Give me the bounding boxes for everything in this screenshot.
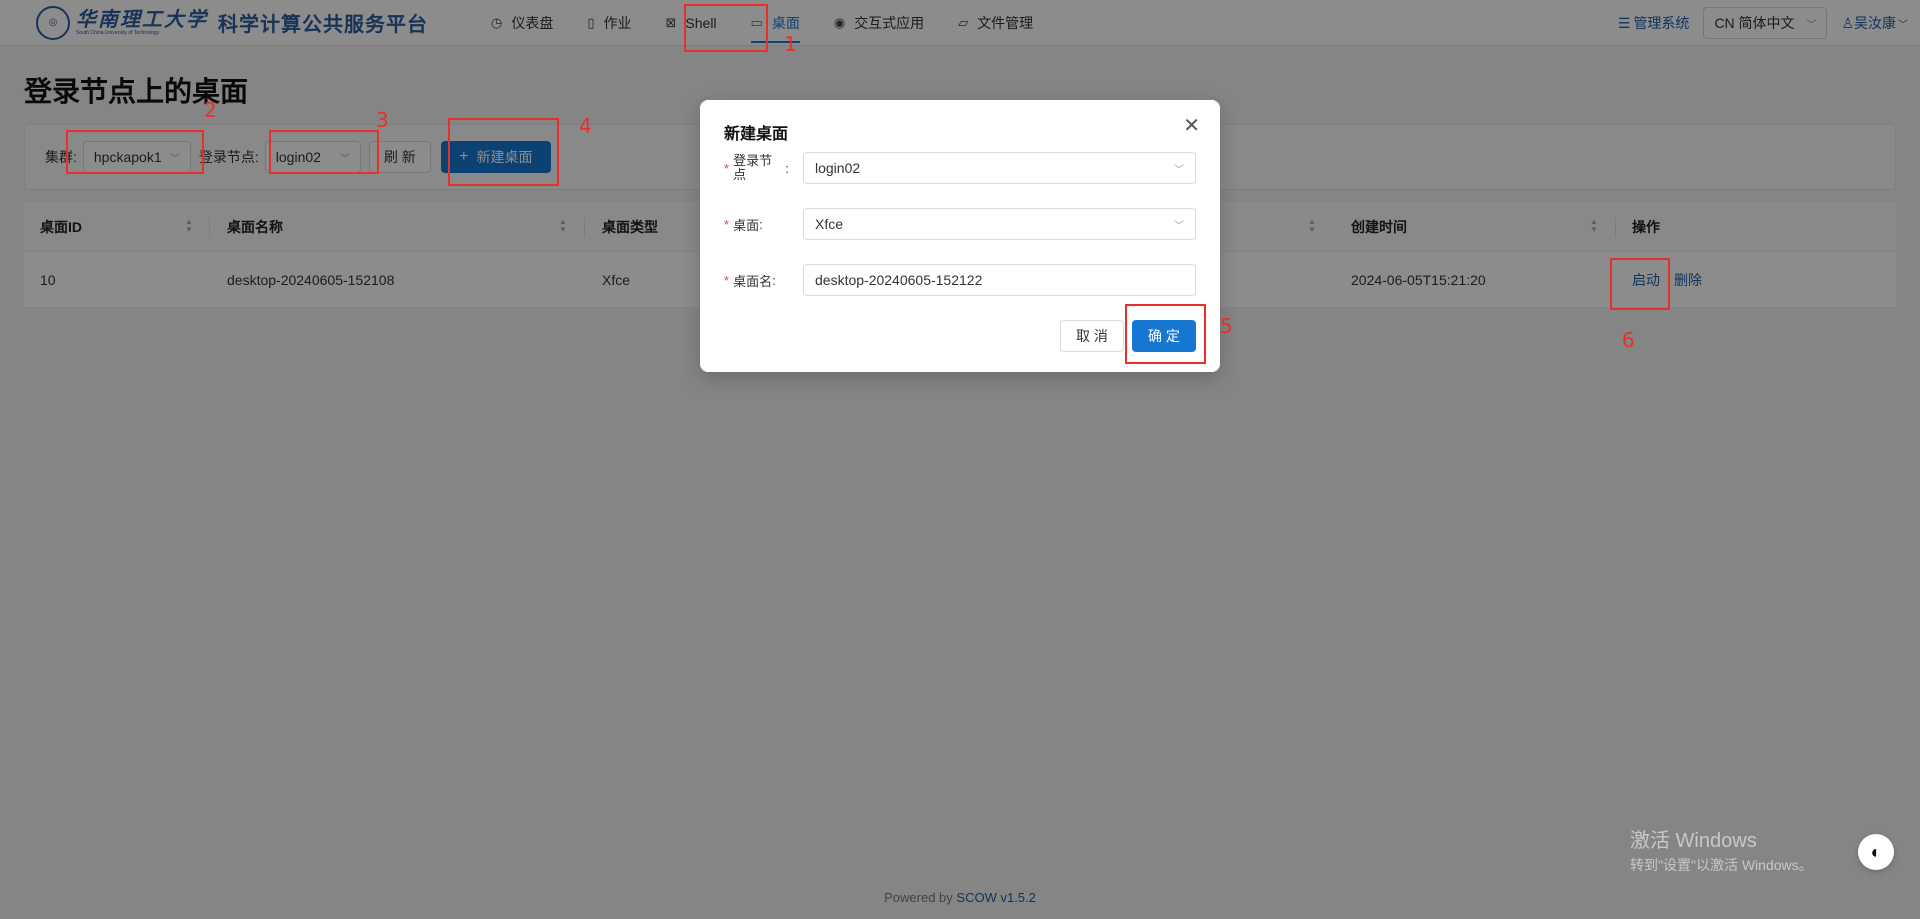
desktop-name-input[interactable]: desktop-20240605-152122 — [803, 264, 1196, 296]
annotation-number-2: 2 — [204, 98, 217, 122]
annotation-box-3 — [269, 130, 379, 174]
form-row-name: * 桌面名: desktop-20240605-152122 — [724, 263, 1196, 297]
modal-title: 新建桌面 — [724, 126, 789, 143]
annotation-number-6: 6 — [1622, 328, 1635, 352]
desktop-type-field[interactable]: Xfce ﹀ — [803, 208, 1196, 240]
close-icon[interactable]: ✕ — [1183, 116, 1200, 136]
annotation-box-2 — [66, 130, 204, 174]
annotation-box-6 — [1610, 258, 1670, 310]
annotation-box-1 — [684, 4, 768, 52]
theme-toggle-icon[interactable]: ◐ — [1858, 834, 1894, 870]
login-node-field[interactable]: login02 ﹀ — [803, 152, 1196, 184]
chevron-down-icon: ﹀ — [1174, 164, 1184, 176]
windows-activation-watermark: 激活 Windows 转到"设置"以激活 Windows。 — [1630, 830, 1813, 873]
form-row-login-node: * 登录节点 : login02 ﹀ — [724, 151, 1196, 185]
annotation-number-3: 3 — [376, 108, 389, 132]
annotation-box-4 — [448, 118, 559, 186]
chevron-down-icon: ﹀ — [1174, 220, 1184, 232]
annotation-box-5 — [1125, 304, 1206, 364]
annotation-number-5: 5 — [1220, 314, 1233, 338]
annotation-number-4: 4 — [579, 114, 592, 138]
annotation-number-1: 1 — [784, 32, 797, 56]
cancel-button[interactable]: 取 消 — [1060, 320, 1124, 352]
form-row-desktop: * 桌面: Xfce ﹀ — [724, 207, 1196, 241]
